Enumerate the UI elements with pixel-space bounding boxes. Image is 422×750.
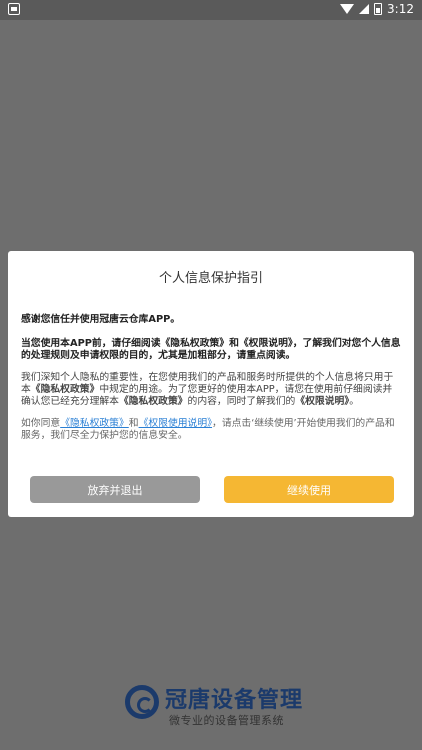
battery-icon — [374, 3, 383, 15]
wifi-icon — [340, 4, 355, 14]
reject-exit-button[interactable]: 放弃并退出 — [30, 476, 200, 503]
signal-icon — [359, 4, 370, 14]
p4-prefix: 如你同意 — [21, 418, 61, 429]
status-bar: 3:12 — [0, 0, 422, 20]
dialog-paragraph-3: 我们深知个人隐私的重要性，在您使用我们的产品和服务时所提供的个人信息将只用于本《… — [21, 372, 401, 408]
p3-bold-1: 《隐私权政策》 — [30, 384, 100, 395]
p3-bold-3: 《权限说明》 — [295, 396, 350, 407]
p3-text-3: 的内容，同时了解我们的 — [187, 396, 296, 407]
p3-text-4: 。 — [349, 396, 359, 407]
dialog-buttons: 放弃并退出 继续使用 — [30, 476, 394, 503]
p3-bold-2: 《隐私权政策》 — [118, 396, 188, 407]
dialog-paragraph-1: 感谢您信任并使用冠唐云仓库APP。 — [21, 314, 181, 325]
brand-name: 冠唐设备管理 — [165, 688, 304, 713]
notification-icon — [8, 3, 20, 15]
privacy-dialog: 个人信息保护指引 感谢您信任并使用冠唐云仓库APP。 当您使用本APP前，请仔细… — [8, 251, 414, 517]
dialog-paragraph-2: 当您使用本APP前，请仔细阅读《隐私权政策》和《权限说明》，了解我们对您个人信息… — [21, 338, 401, 361]
permission-usage-link[interactable]: 《权限使用说明》 — [139, 418, 212, 429]
brand-subtitle: 微专业的设备管理系统 — [169, 714, 284, 727]
status-indicators: 3:12 — [340, 2, 414, 16]
p4-and: 和 — [128, 418, 139, 429]
dialog-paragraph-4: 如你同意《隐私权政策》和《权限使用说明》，请点击‘继续使用’开始使用我们的产品和… — [21, 418, 401, 442]
status-time: 3:12 — [387, 2, 414, 16]
brand-logo-icon — [125, 685, 159, 719]
brand-footer: 冠唐设备管理 微专业的设备管理系统 — [125, 683, 325, 733]
privacy-policy-link[interactable]: 《隐私权政策》 — [60, 418, 129, 429]
continue-button[interactable]: 继续使用 — [224, 476, 394, 503]
dialog-title: 个人信息保护指引 — [158, 271, 263, 286]
